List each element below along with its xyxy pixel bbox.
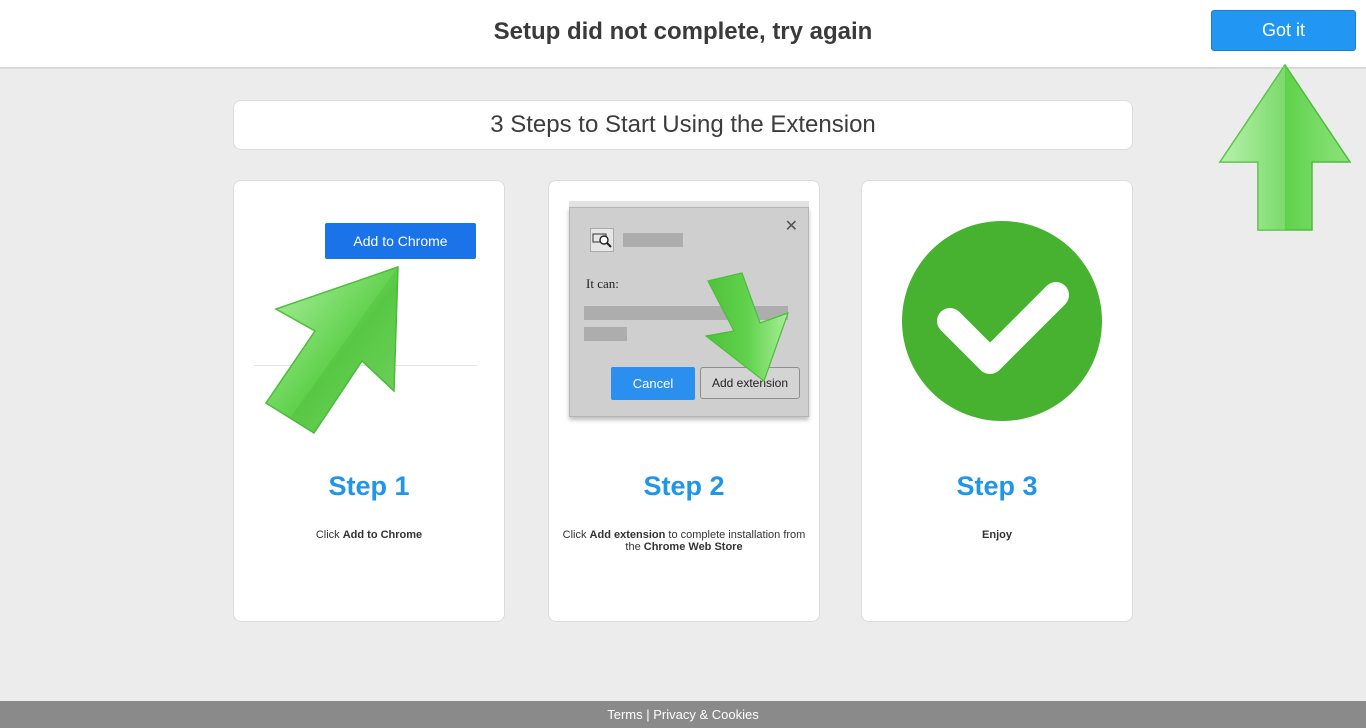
privacy-link[interactable]: Privacy & Cookies <box>653 707 758 722</box>
step-3-description: Enjoy <box>872 529 1122 541</box>
add-to-chrome-button: Add to Chrome <box>325 223 476 259</box>
footer: Terms | Privacy & Cookies <box>0 701 1366 728</box>
header: Setup did not complete, try again Got it <box>0 0 1366 69</box>
steps-heading: 3 Steps to Start Using the Extension <box>233 100 1133 150</box>
placeholder-bar <box>584 327 627 341</box>
step-2-card: ✕ It can: Cancel Add extension Step 2 Cl… <box>548 180 820 622</box>
step-1-desc-text: Click <box>315 529 343 541</box>
step-2-desc-bold: Add extension <box>589 529 666 541</box>
placeholder-bar <box>623 233 683 247</box>
step-2-desc-text: Click <box>562 529 590 541</box>
step-1-title: Step 1 <box>328 471 410 501</box>
checkmark-icon <box>902 221 1102 421</box>
step-1-description: Click Add to Chrome <box>244 529 494 541</box>
step-1-card: Add to Chrome Step 1 Click Add to Chrome <box>233 180 505 622</box>
extension-dialog: ✕ It can: Cancel Add extension <box>569 207 809 417</box>
close-icon: ✕ <box>784 218 798 235</box>
step-3-desc-bold: Enjoy <box>982 529 1012 541</box>
step-3-card: Step 3 Enjoy <box>861 180 1133 622</box>
dialog-cancel-button: Cancel <box>611 367 695 400</box>
arrow-up-icon <box>1218 63 1352 231</box>
page-title: Setup did not complete, try again <box>493 18 873 45</box>
step-3-title: Step 3 <box>956 471 1038 501</box>
arrow-diagonal-icon <box>264 265 399 435</box>
arrow-down-icon <box>704 272 789 382</box>
step-2-title: Step 2 <box>643 471 725 501</box>
got-it-button[interactable]: Got it <box>1211 10 1356 51</box>
step-2-desc-bold-2: Chrome Web Store <box>643 541 743 553</box>
it-can-label: It can: <box>586 276 619 291</box>
terms-link[interactable]: Terms <box>607 707 642 722</box>
footer-separator: | <box>642 707 654 722</box>
step-2-description: Click Add extension to complete installa… <box>559 529 809 553</box>
magnifier-icon <box>590 228 614 252</box>
step-1-desc-bold: Add to Chrome <box>342 529 423 541</box>
